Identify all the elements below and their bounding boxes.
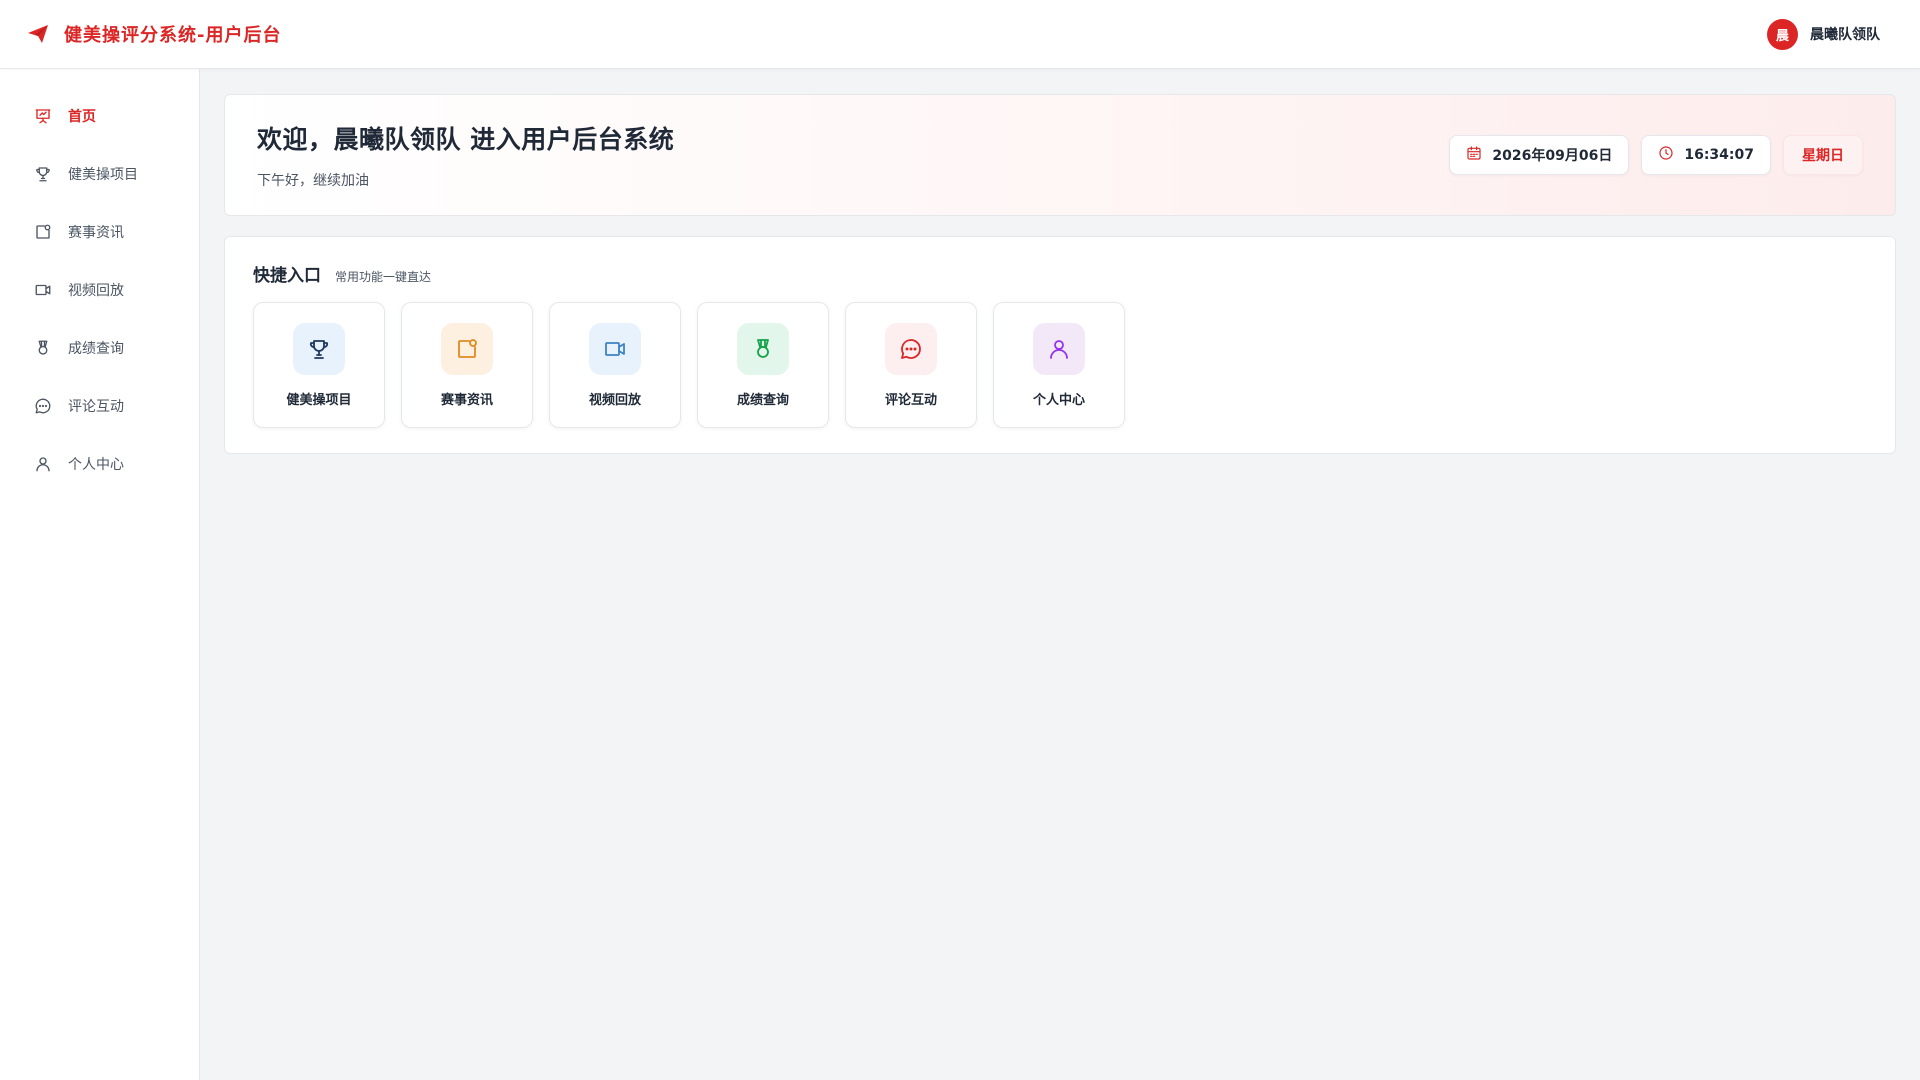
sidebar-item-comments[interactable]: 评论互动 xyxy=(0,377,199,435)
news-icon xyxy=(34,223,52,241)
quick-card-profile[interactable]: 个人中心 xyxy=(993,302,1125,428)
main-content: 欢迎，晨曦队领队 进入用户后台系统 下午好，继续加油 2026年09月06日 1… xyxy=(224,94,1896,454)
sidebar-item-news[interactable]: 赛事资讯 xyxy=(0,203,199,261)
user-icon xyxy=(34,455,52,473)
sidebar-item-label: 赛事资讯 xyxy=(68,225,124,241)
sidebar-item-video[interactable]: 视频回放 xyxy=(0,261,199,319)
video-icon xyxy=(34,281,52,299)
trophy-icon xyxy=(293,323,345,375)
sidebar-item-home[interactable]: 首页 xyxy=(0,87,199,145)
quick-access-cards: 健美操项目 赛事资讯 视频回放 成绩查询 评论互动 个人中心 xyxy=(253,302,1867,428)
quick-card-label: 赛事资讯 xyxy=(440,393,493,408)
quick-card-comments[interactable]: 评论互动 xyxy=(845,302,977,428)
calendar-icon xyxy=(1466,145,1482,165)
avatar[interactable]: 晨 xyxy=(1767,18,1798,50)
date-chip: 2026年09月06日 xyxy=(1449,135,1630,175)
welcome-text: 欢迎，晨曦队领队 进入用户后台系统 下午好，继续加油 xyxy=(257,120,674,190)
quick-access-panel: 快捷入口 常用功能一键直达 健美操项目 赛事资讯 视频回放 成绩查询 评论互动 … xyxy=(224,236,1896,454)
presentation-icon xyxy=(34,107,52,125)
brand[interactable]: 健美操评分系统-用户后台 xyxy=(26,21,281,47)
trophy-icon xyxy=(34,165,52,183)
datetime-chips: 2026年09月06日 16:34:07 星期日 xyxy=(1449,135,1863,175)
sidebar-item-label: 成绩查询 xyxy=(68,341,124,357)
quick-card-label: 健美操项目 xyxy=(286,393,352,408)
quick-card-video[interactable]: 视频回放 xyxy=(549,302,681,428)
date-text: 2026年09月06日 xyxy=(1492,148,1613,164)
sidebar-item-label: 视频回放 xyxy=(68,283,124,299)
sidebar: 首页 健美操项目 赛事资讯 视频回放 成绩查询 评论互动 个人中心 xyxy=(0,69,200,1080)
quick-card-label: 成绩查询 xyxy=(736,393,789,408)
news-icon xyxy=(441,323,493,375)
quick-access-header: 快捷入口 常用功能一键直达 xyxy=(253,261,1867,286)
time-text: 16:34:07 xyxy=(1684,147,1754,163)
user-icon xyxy=(1033,323,1085,375)
sidebar-item-label: 首页 xyxy=(68,109,96,125)
top-header: 健美操评分系统-用户后台 晨 晨曦队领队 xyxy=(0,0,1920,69)
comment-icon xyxy=(34,397,52,415)
sidebar-item-label: 个人中心 xyxy=(68,457,124,473)
quick-access-title: 快捷入口 xyxy=(253,266,321,286)
quick-card-projects[interactable]: 健美操项目 xyxy=(253,302,385,428)
welcome-subtitle: 下午好，继续加油 xyxy=(257,173,369,189)
time-chip: 16:34:07 xyxy=(1641,135,1771,175)
quick-card-scores[interactable]: 成绩查询 xyxy=(697,302,829,428)
sidebar-item-scores[interactable]: 成绩查询 xyxy=(0,319,199,377)
quick-card-label: 评论互动 xyxy=(884,393,937,408)
quick-card-label: 视频回放 xyxy=(588,393,641,408)
video-icon xyxy=(589,323,641,375)
sidebar-item-label: 评论互动 xyxy=(68,399,124,415)
weekday-chip: 星期日 xyxy=(1783,135,1863,175)
paper-plane-icon xyxy=(26,22,50,46)
weekday-text: 星期日 xyxy=(1802,148,1844,164)
sidebar-item-profile[interactable]: 个人中心 xyxy=(0,435,199,493)
quick-access-subtitle: 常用功能一键直达 xyxy=(335,270,432,284)
sidebar-item-projects[interactable]: 健美操项目 xyxy=(0,145,199,203)
medal-icon xyxy=(737,323,789,375)
medal-icon xyxy=(34,339,52,357)
quick-card-label: 个人中心 xyxy=(1032,393,1085,408)
quick-card-news[interactable]: 赛事资讯 xyxy=(401,302,533,428)
welcome-title: 欢迎，晨曦队领队 进入用户后台系统 xyxy=(257,125,675,154)
sidebar-item-label: 健美操项目 xyxy=(68,167,138,183)
user-menu[interactable]: 晨 晨曦队领队 xyxy=(1767,18,1880,50)
comment-icon xyxy=(885,323,937,375)
app-title: 健美操评分系统-用户后台 xyxy=(64,25,282,46)
welcome-banner: 欢迎，晨曦队领队 进入用户后台系统 下午好，继续加油 2026年09月06日 1… xyxy=(224,94,1896,216)
clock-icon xyxy=(1658,145,1674,165)
username[interactable]: 晨曦队领队 xyxy=(1810,24,1880,44)
